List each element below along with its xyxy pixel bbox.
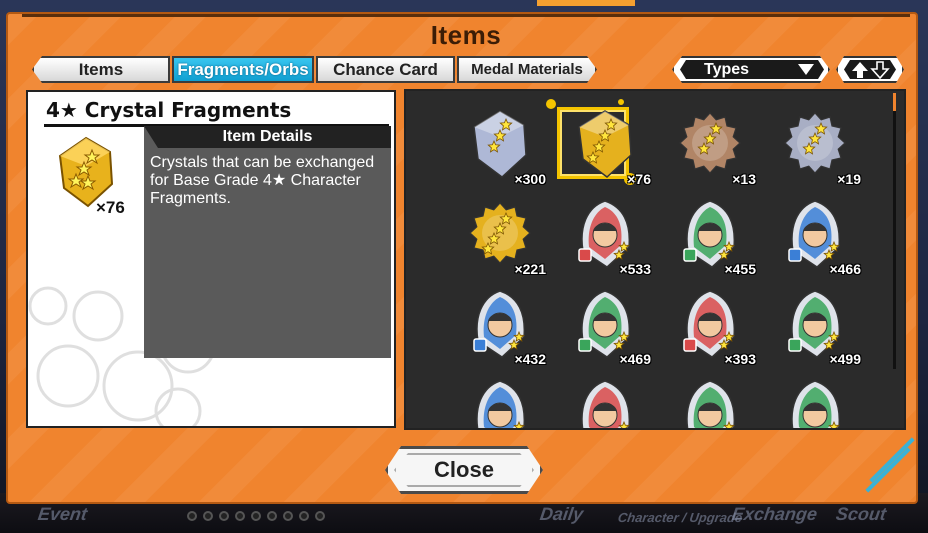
title-bar: Items bbox=[22, 14, 910, 54]
close-button[interactable]: Close bbox=[385, 446, 543, 494]
item-count: ×13 bbox=[732, 171, 756, 187]
grid-item[interactable]: ×300 bbox=[456, 105, 546, 189]
chevron-down-icon bbox=[798, 64, 814, 75]
item-count: ×466 bbox=[829, 261, 861, 277]
grid-item[interactable] bbox=[456, 375, 546, 428]
item-count: ×221 bbox=[514, 261, 546, 277]
crystal-fragment-icon bbox=[473, 110, 527, 178]
close-button-label: Close bbox=[434, 457, 494, 482]
event-nav: Event bbox=[36, 504, 89, 524]
orb-icon bbox=[784, 112, 846, 174]
sort-order-button[interactable] bbox=[836, 56, 904, 83]
orb-icon bbox=[469, 202, 531, 264]
character-fragment-icon bbox=[791, 380, 841, 428]
grid-item[interactable]: ×499 bbox=[771, 285, 861, 369]
item-detail-panel: 4★ Crystal Fragments ×76 Item Details Cr… bbox=[26, 90, 396, 428]
item-count: ×19 bbox=[837, 171, 861, 187]
dialog-title: Items bbox=[430, 20, 502, 50]
tab-medal-materials[interactable]: Medal Materials bbox=[457, 56, 597, 83]
tab-items[interactable]: Items bbox=[32, 56, 170, 83]
game-screen: Event Daily Character / Upgrade Exchange… bbox=[0, 0, 928, 533]
grid-item[interactable]: ×13 bbox=[666, 105, 756, 189]
selected-item-name: 4★ Crystal Fragments bbox=[46, 98, 292, 122]
item-details-box: Item Details Crystals that can be exchan… bbox=[144, 126, 391, 358]
character-fragment-icon bbox=[476, 380, 526, 428]
grid-item[interactable]: ×533 bbox=[561, 195, 651, 279]
scout-nav: Scout bbox=[834, 504, 888, 524]
item-count: ×455 bbox=[724, 261, 756, 277]
character-fragment-icon bbox=[578, 200, 631, 268]
grid-item[interactable]: ×76 bbox=[561, 105, 651, 189]
item-count: ×432 bbox=[514, 351, 546, 367]
character-fragment-icon bbox=[581, 380, 631, 428]
page-indicator-dots bbox=[187, 511, 325, 521]
selected-item-count: ×76 bbox=[96, 198, 125, 217]
grid-item[interactable]: ×432 bbox=[456, 285, 546, 369]
types-filter-dropdown[interactable]: Types bbox=[672, 56, 830, 83]
grid-item[interactable]: ×469 bbox=[561, 285, 651, 369]
selection-splash bbox=[546, 99, 556, 109]
types-filter-label: Types bbox=[704, 60, 750, 78]
grid-item[interactable] bbox=[666, 375, 756, 428]
item-count: ×393 bbox=[724, 351, 756, 367]
item-details-header: Item Details bbox=[144, 126, 391, 148]
character-fragment-icon bbox=[788, 200, 841, 268]
exchange-nav: Exchange bbox=[730, 504, 819, 524]
item-count: ×76 bbox=[627, 171, 651, 187]
crystal-fragment-icon bbox=[578, 110, 632, 178]
item-count: ×533 bbox=[619, 261, 651, 277]
item-grid-panel: ×300 ×76 ×13 ×19 ×221 ×533 ×455 ×466 ×432 ×469 ×39… bbox=[404, 89, 906, 430]
grid-item[interactable]: ×455 bbox=[666, 195, 756, 279]
item-description: Crystals that can be exchanged for Base … bbox=[150, 154, 375, 207]
grid-item[interactable] bbox=[771, 375, 861, 428]
grid-item[interactable]: ×19 bbox=[771, 105, 861, 189]
orb-icon bbox=[679, 112, 741, 174]
top-accent bbox=[537, 0, 635, 6]
character-fragment-icon bbox=[473, 290, 526, 358]
item-count: ×499 bbox=[829, 351, 861, 367]
scrollbar-track[interactable] bbox=[893, 93, 896, 369]
grid-item[interactable]: ×221 bbox=[456, 195, 546, 279]
character-fragment-icon bbox=[683, 290, 736, 358]
character-fragment-icon bbox=[788, 290, 841, 358]
scrollbar-thumb[interactable] bbox=[893, 93, 896, 111]
tab-fragments-orbs[interactable]: Fragments/Orbs bbox=[172, 56, 314, 83]
decor-stripe bbox=[869, 437, 915, 483]
sort-arrows-icon bbox=[850, 60, 890, 80]
grid-item[interactable] bbox=[561, 375, 651, 428]
item-count: ×300 bbox=[514, 171, 546, 187]
character-fragment-icon bbox=[683, 200, 736, 268]
daily-nav: Daily bbox=[538, 504, 585, 524]
character-upgrade-nav: Character / Upgrade bbox=[616, 510, 744, 525]
item-count: ×469 bbox=[619, 351, 651, 367]
character-fragment-icon bbox=[686, 380, 736, 428]
grid-item[interactable]: ×393 bbox=[666, 285, 756, 369]
grid-item[interactable]: ×466 bbox=[771, 195, 861, 279]
tab-chance-card[interactable]: Chance Card bbox=[316, 56, 455, 83]
character-fragment-icon bbox=[578, 290, 631, 358]
decor-stripe bbox=[865, 447, 911, 493]
